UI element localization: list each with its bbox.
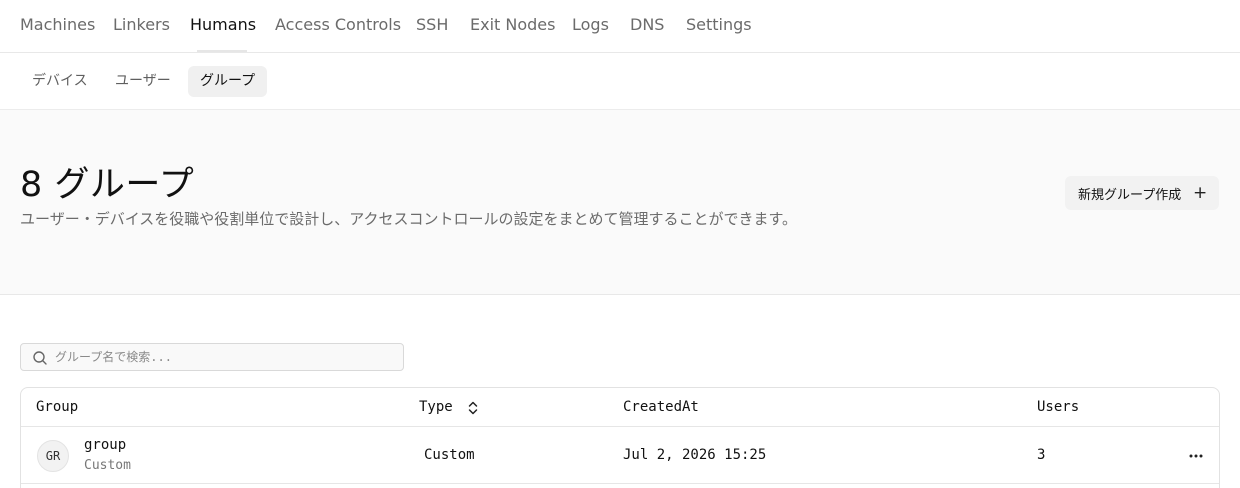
column-header-users[interactable]: Users (1037, 399, 1079, 415)
new-group-button-label: 新規グループ作成 (1078, 187, 1182, 203)
group-created-at: Jul 2, 2026 15:25 (623, 447, 767, 463)
group-type: Custom (424, 447, 475, 463)
search-box[interactable] (20, 343, 404, 371)
page-header: 8 グループ ユーザー・デバイスを役職や役割単位で設計し、アクセスコントロールの… (0, 110, 1240, 295)
tab-users[interactable]: ユーザー (103, 66, 183, 97)
sort-icon[interactable] (467, 400, 479, 416)
nav-item-linkers[interactable]: Linkers (113, 15, 170, 34)
page-description: ユーザー・デバイスを役職や役割単位で設計し、アクセスコントロールの設定をまとめて… (20, 210, 798, 228)
nav-item-access-controls[interactable]: Access Controls (275, 15, 401, 34)
column-header-type[interactable]: Type (419, 399, 453, 415)
group-subtitle: Custom (84, 458, 131, 473)
nav-item-ssh[interactable]: SSH (416, 15, 448, 34)
top-navigation: Machines Linkers Humans Access Controls … (0, 0, 1240, 53)
nav-item-settings[interactable]: Settings (686, 15, 752, 34)
nav-item-humans[interactable]: Humans (190, 15, 256, 34)
search-icon (33, 351, 47, 365)
search-input[interactable] (55, 347, 395, 367)
table-header: Group Type CreatedAt Users (21, 388, 1219, 427)
group-users-count: 3 (1037, 447, 1046, 463)
table-row[interactable]: GR group Custom Custom Jul 2, 2026 15:25… (21, 428, 1219, 484)
sub-navigation: デバイス ユーザー グループ (0, 53, 1240, 110)
active-nav-indicator (197, 50, 247, 52)
group-name[interactable]: group (84, 437, 126, 453)
group-avatar: GR (37, 440, 69, 472)
tab-groups[interactable]: グループ (188, 66, 268, 97)
nav-item-machines[interactable]: Machines (20, 15, 95, 34)
more-options-icon[interactable] (1187, 447, 1205, 465)
column-header-group[interactable]: Group (36, 399, 78, 415)
column-header-created-at[interactable]: CreatedAt (623, 399, 699, 415)
tab-devices[interactable]: デバイス (20, 66, 100, 97)
nav-item-exit-nodes[interactable]: Exit Nodes (470, 15, 555, 34)
page-title: 8 グループ (20, 165, 195, 205)
nav-item-dns[interactable]: DNS (630, 15, 664, 34)
new-group-button[interactable]: 新規グループ作成 + (1065, 176, 1219, 210)
groups-table: Group Type CreatedAt Users GR group Cust… (20, 387, 1220, 488)
plus-icon: + (1193, 183, 1208, 203)
nav-item-logs[interactable]: Logs (572, 15, 609, 34)
